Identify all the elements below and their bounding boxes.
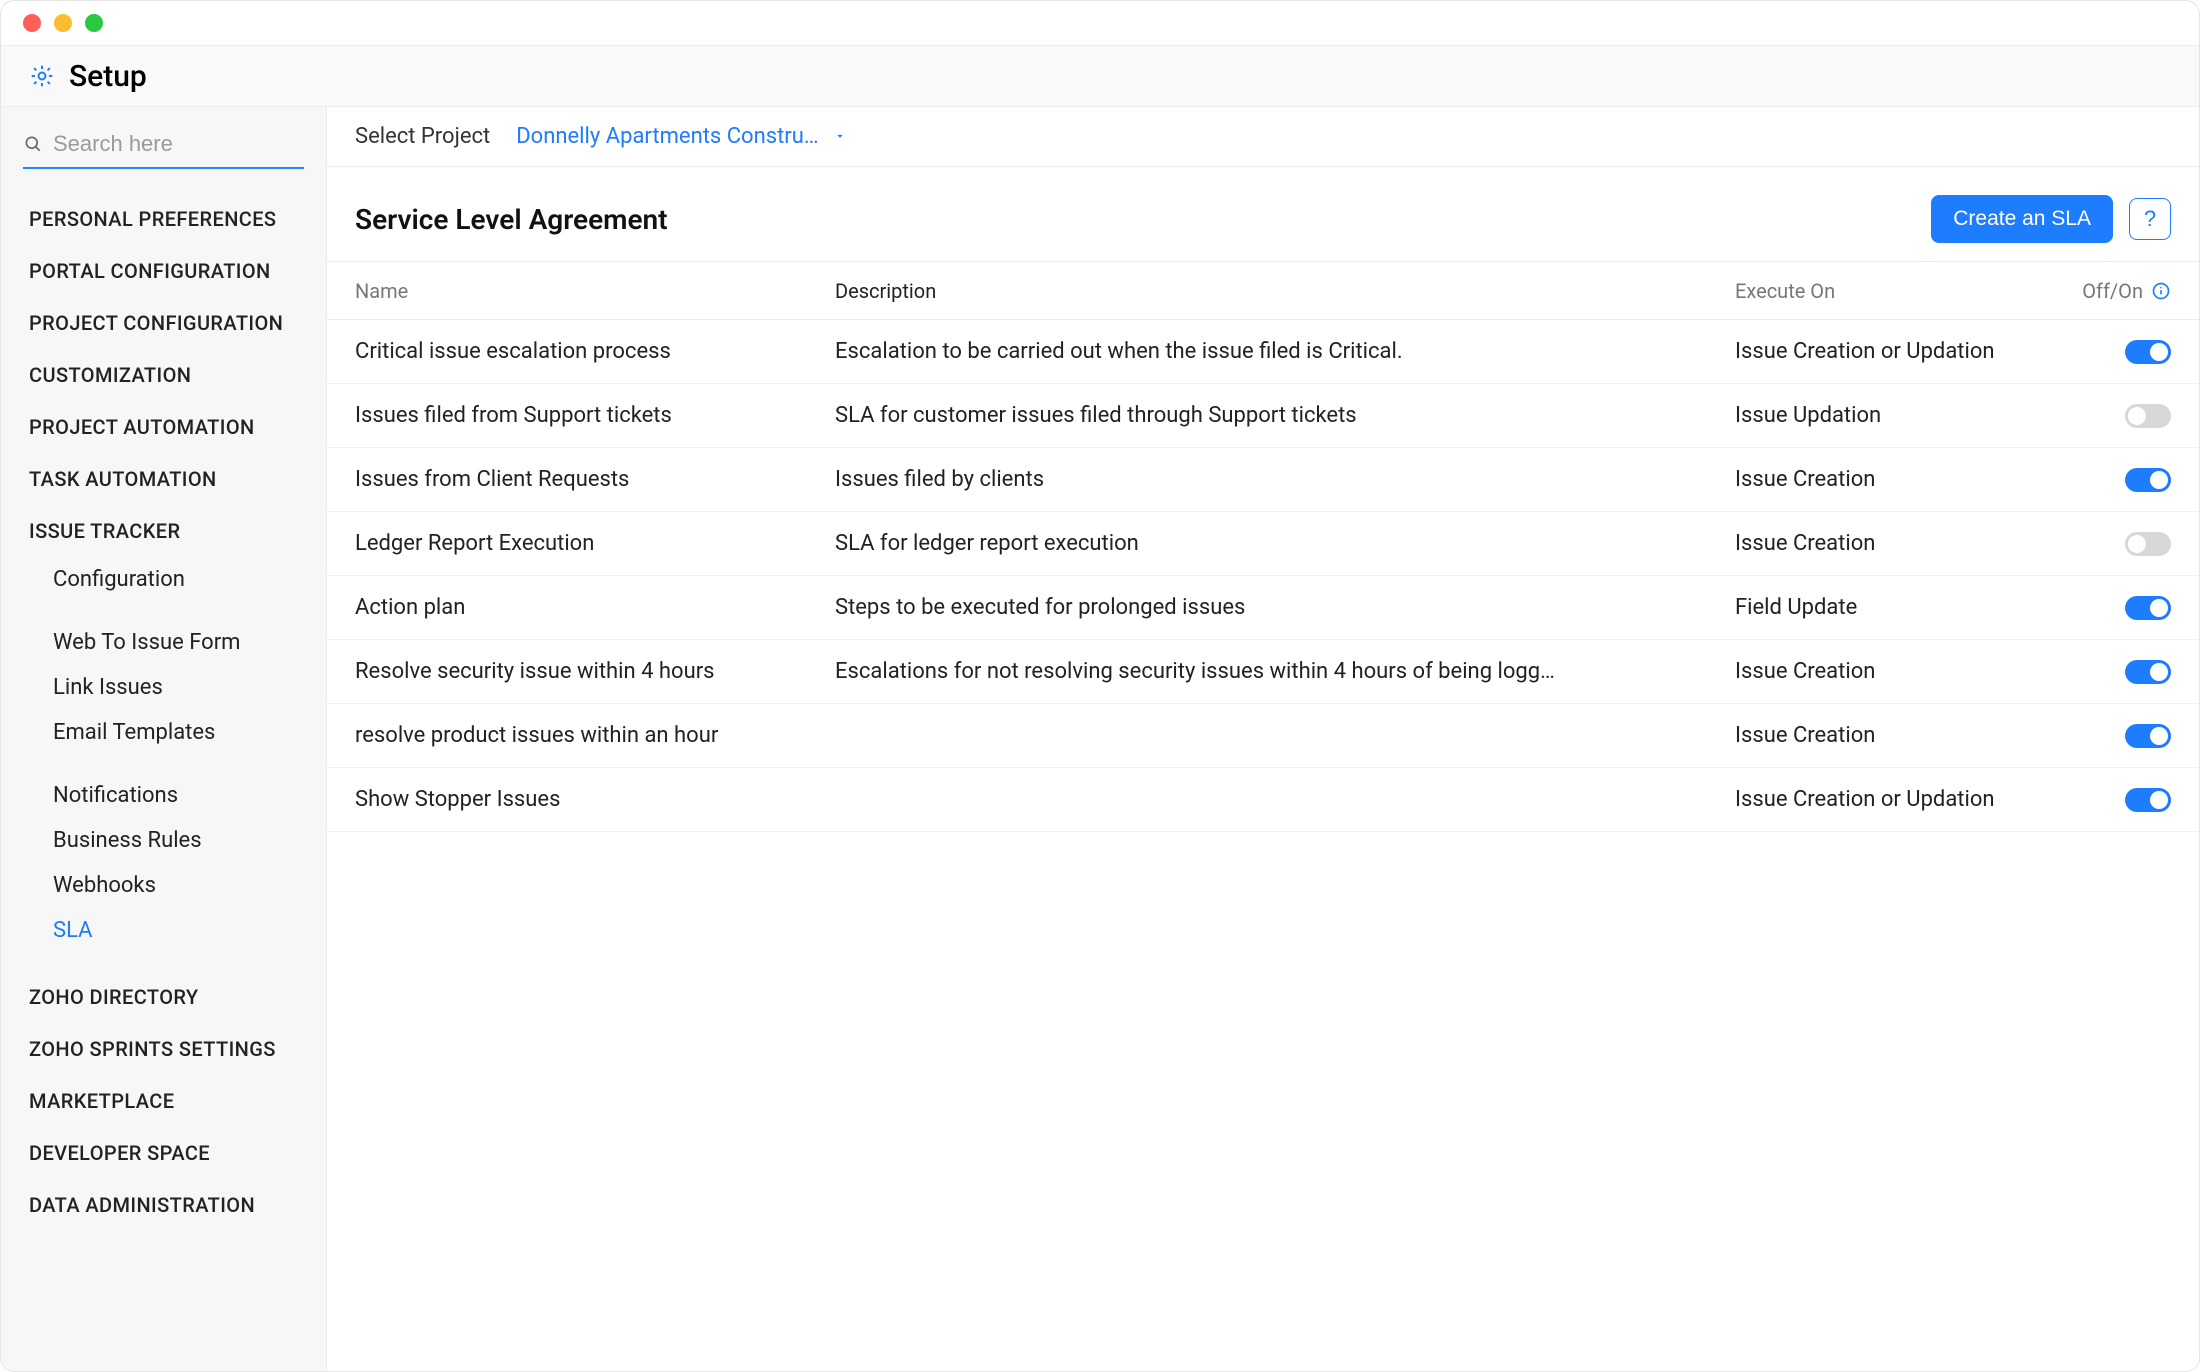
search-input[interactable] (53, 131, 341, 157)
table-row[interactable]: Ledger Report ExecutionSLA for ledger re… (327, 512, 2199, 576)
sla-toggle-cell (2075, 532, 2171, 556)
sla-table: Name Description Execute On Off/On Criti… (327, 261, 2199, 1371)
sidebar-sub-web-to-issue-form[interactable]: Web To Issue Form (1, 620, 326, 665)
sidebar-sub-configuration[interactable]: Configuration (1, 557, 326, 602)
sla-toggle-cell (2075, 788, 2171, 812)
sla-name: Critical issue escalation process (355, 339, 835, 364)
app-header: Setup (1, 45, 2199, 107)
info-icon[interactable] (2151, 281, 2171, 301)
content-header: Service Level Agreement Create an SLA ? (327, 167, 2199, 261)
project-dropdown[interactable]: Donnelly Apartments Constru… (516, 124, 846, 149)
sidebar-item-developer-space[interactable]: DEVELOPER SPACE (1, 1127, 326, 1179)
sla-toggle-cell (2075, 468, 2171, 492)
sla-name: Action plan (355, 595, 835, 620)
sla-execute-on: Issue Creation or Updation (1735, 787, 2075, 812)
off-on-label: Off/On (2082, 279, 2143, 303)
content-title: Service Level Agreement (355, 203, 668, 236)
table-row[interactable]: resolve product issues within an hour Iss… (327, 704, 2199, 768)
sidebar-item-customization[interactable]: CUSTOMIZATION (1, 349, 326, 401)
sidebar-item-portal-configuration[interactable]: PORTAL CONFIGURATION (1, 245, 326, 297)
table-row[interactable]: Issues filed from Support ticketsSLA for… (327, 384, 2199, 448)
sla-toggle-cell (2075, 724, 2171, 748)
sla-execute-on: Issue Creation (1735, 467, 2075, 492)
sla-description: Escalation to be carried out when the is… (835, 339, 1735, 364)
project-bar: Select Project Donnelly Apartments Const… (327, 107, 2199, 167)
search-icon (23, 134, 43, 154)
sidebar: PERSONAL PREFERENCES PORTAL CONFIGURATIO… (1, 107, 327, 1371)
mac-titlebar (1, 1, 2199, 45)
table-row[interactable]: Show Stopper Issues Issue Creation or Upd… (327, 768, 2199, 832)
sla-toggle[interactable] (2125, 596, 2171, 620)
col-header-description: Description (835, 279, 1735, 303)
sla-name: resolve product issues within an hour (355, 723, 835, 748)
sidebar-item-project-configuration[interactable]: PROJECT CONFIGURATION (1, 297, 326, 349)
sidebar-sub-link-issues[interactable]: Link Issues (1, 665, 326, 710)
sla-toggle-cell (2075, 340, 2171, 364)
col-header-off-on: Off/On (2075, 279, 2171, 303)
sla-execute-on: Issue Creation (1735, 659, 2075, 684)
sla-toggle[interactable] (2125, 532, 2171, 556)
sla-toggle[interactable] (2125, 340, 2171, 364)
sidebar-item-project-automation[interactable]: PROJECT AUTOMATION (1, 401, 326, 453)
sla-name: Resolve security issue within 4 hours (355, 659, 835, 684)
sla-toggle[interactable] (2125, 404, 2171, 428)
close-window-dot[interactable] (23, 14, 41, 32)
maximize-window-dot[interactable] (85, 14, 103, 32)
sla-name: Issues filed from Support tickets (355, 403, 835, 428)
page-title: Setup (69, 59, 147, 94)
sla-execute-on: Issue Updation (1735, 403, 2075, 428)
project-selected-name: Donnelly Apartments Constru… (516, 124, 818, 149)
create-sla-button[interactable]: Create an SLA (1931, 195, 2113, 243)
sla-toggle-cell (2075, 596, 2171, 620)
sla-description: Issues filed by clients (835, 467, 1735, 492)
sla-name: Issues from Client Requests (355, 467, 835, 492)
table-header: Name Description Execute On Off/On (327, 262, 2199, 320)
sidebar-item-zoho-directory[interactable]: ZOHO DIRECTORY (1, 971, 326, 1023)
sla-toggle-cell (2075, 404, 2171, 428)
sidebar-item-personal-preferences[interactable]: PERSONAL PREFERENCES (1, 193, 326, 245)
gear-icon (29, 63, 55, 89)
sidebar-item-task-automation[interactable]: TASK AUTOMATION (1, 453, 326, 505)
select-project-label: Select Project (355, 124, 490, 149)
table-row[interactable]: Action planSteps to be executed for prol… (327, 576, 2199, 640)
sidebar-sub-webhooks[interactable]: Webhooks (1, 863, 326, 908)
sla-toggle[interactable] (2125, 788, 2171, 812)
sla-toggle[interactable] (2125, 724, 2171, 748)
col-header-execute-on: Execute On (1735, 279, 2075, 303)
search-field[interactable] (23, 131, 304, 169)
sidebar-sub-notifications[interactable]: Notifications (1, 773, 326, 818)
sla-execute-on: Issue Creation (1735, 531, 2075, 556)
sla-execute-on: Field Update (1735, 595, 2075, 620)
sidebar-item-zoho-sprints-settings[interactable]: ZOHO SPRINTS SETTINGS (1, 1023, 326, 1075)
sla-toggle[interactable] (2125, 468, 2171, 492)
table-row[interactable]: Issues from Client RequestsIssues filed … (327, 448, 2199, 512)
sla-description: SLA for customer issues filed through Su… (835, 403, 1735, 428)
sidebar-sub-sla[interactable]: SLA (1, 908, 326, 953)
sla-execute-on: Issue Creation (1735, 723, 2075, 748)
help-button[interactable]: ? (2129, 198, 2171, 240)
sidebar-item-marketplace[interactable]: MARKETPLACE (1, 1075, 326, 1127)
caret-down-icon (833, 124, 847, 149)
sla-description: Steps to be executed for prolonged issue… (835, 595, 1735, 620)
sla-name: Show Stopper Issues (355, 787, 835, 812)
sla-name: Ledger Report Execution (355, 531, 835, 556)
table-row[interactable]: Resolve security issue within 4 hoursEsc… (327, 640, 2199, 704)
sla-toggle-cell (2075, 660, 2171, 684)
sidebar-item-data-administration[interactable]: DATA ADMINISTRATION (1, 1179, 326, 1231)
sidebar-sub-email-templates[interactable]: Email Templates (1, 710, 326, 755)
sidebar-sub-business-rules[interactable]: Business Rules (1, 818, 326, 863)
sidebar-item-issue-tracker[interactable]: ISSUE TRACKER (1, 505, 326, 557)
sla-execute-on: Issue Creation or Updation (1735, 339, 2075, 364)
sla-description: SLA for ledger report execution (835, 531, 1735, 556)
minimize-window-dot[interactable] (54, 14, 72, 32)
table-row[interactable]: Critical issue escalation processEscalat… (327, 320, 2199, 384)
sla-description: Escalations for not resolving security i… (835, 659, 1735, 684)
sla-toggle[interactable] (2125, 660, 2171, 684)
col-header-name: Name (355, 279, 835, 303)
main-area: Select Project Donnelly Apartments Const… (327, 107, 2199, 1371)
